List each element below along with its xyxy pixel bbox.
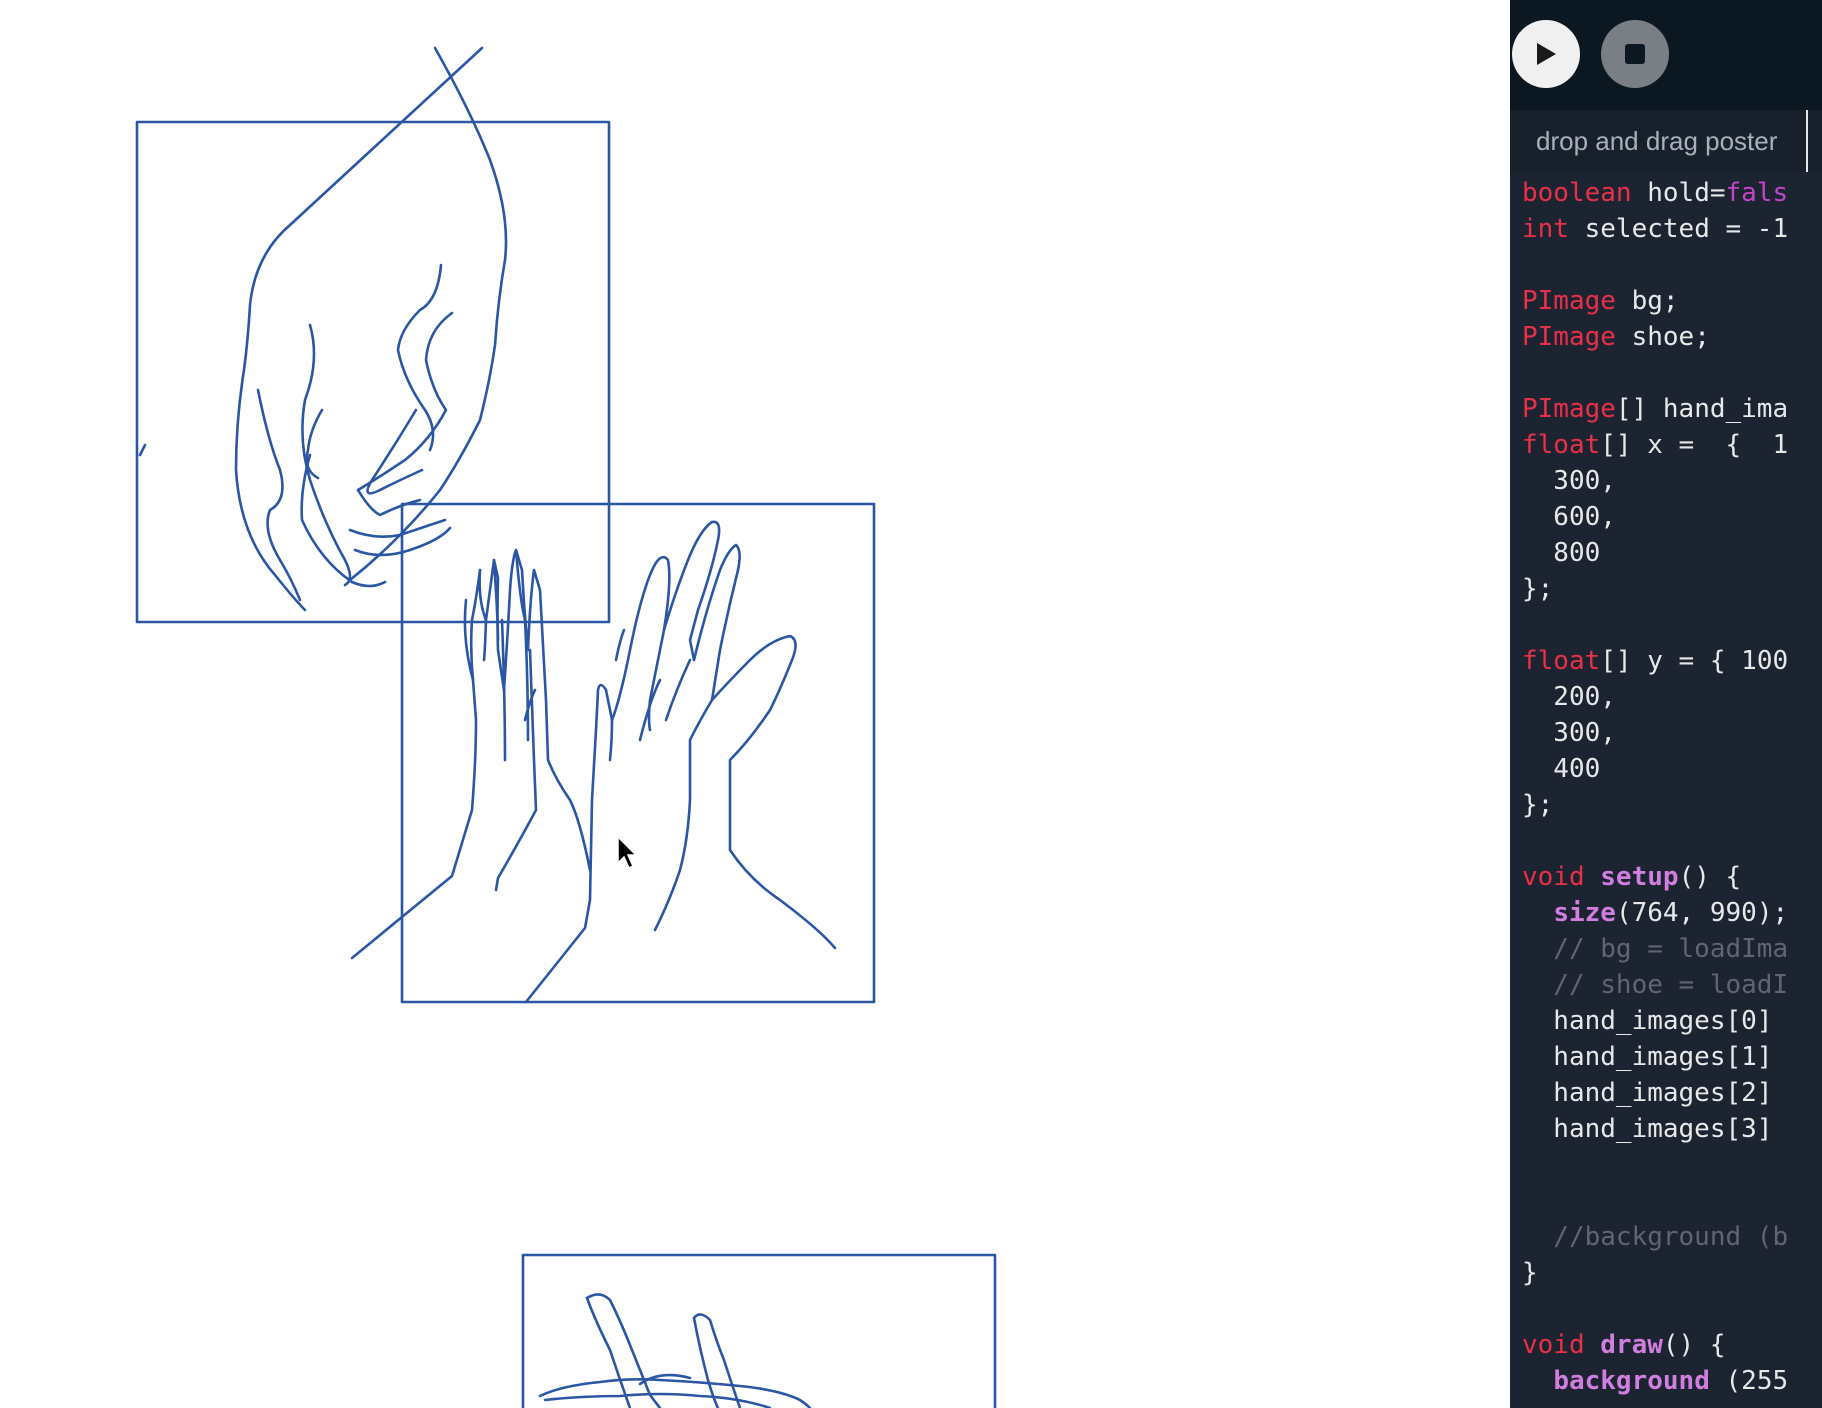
- code-line: hand_images[2]: [1522, 1075, 1822, 1111]
- code-token: selected = -1: [1568, 214, 1789, 244]
- code-line: hand_images[3]: [1522, 1111, 1822, 1147]
- hand-image-1[interactable]: [135, 46, 611, 624]
- code-token: boolean: [1522, 178, 1632, 208]
- code-line: // shoe = loadI: [1522, 967, 1822, 1003]
- code-token: 300,: [1522, 718, 1616, 748]
- hand-image-2[interactable]: [350, 502, 876, 1004]
- code-line: size(764, 990);: [1522, 895, 1822, 931]
- code-token: PImage: [1522, 394, 1616, 424]
- code-line: boolean hold=fals: [1522, 175, 1822, 211]
- code-line: hand_images[1]: [1522, 1039, 1822, 1075]
- code-token: setup: [1600, 862, 1679, 892]
- code-token: void: [1522, 1330, 1585, 1360]
- code-token: hold=: [1631, 178, 1726, 208]
- code-token: draw: [1600, 1330, 1663, 1360]
- mouse-pointer-icon: [617, 836, 638, 870]
- code-line: void setup() {: [1522, 859, 1822, 895]
- code-token: void: [1522, 862, 1585, 892]
- code-token: background: [1553, 1366, 1710, 1396]
- code-token: [] y = { 100: [1600, 646, 1789, 676]
- code-line: 600,: [1522, 499, 1822, 535]
- code-token: }: [1522, 1258, 1538, 1288]
- code-token: () {: [1678, 862, 1742, 892]
- tab-sketch[interactable]: drop and drag poster: [1510, 110, 1808, 172]
- code-token: [] hand_ima: [1615, 394, 1789, 424]
- code-token: hand_images[0]: [1522, 1006, 1773, 1036]
- code-token: 600,: [1522, 502, 1616, 532]
- code-line: 800: [1522, 535, 1822, 571]
- code-token: //background (b: [1522, 1222, 1789, 1252]
- code-token: int: [1522, 214, 1569, 244]
- code-line: 400: [1522, 751, 1822, 787]
- run-button[interactable]: [1512, 20, 1580, 88]
- code-line: background (255: [1522, 1363, 1822, 1399]
- code-token: (764, 990);: [1615, 898, 1789, 928]
- code-token: hand_images[1]: [1522, 1042, 1773, 1072]
- code-line: float[] y = { 100: [1522, 643, 1822, 679]
- code-token: [] x = { 1: [1600, 430, 1789, 460]
- code-line: 300,: [1522, 463, 1822, 499]
- stop-button[interactable]: [1601, 20, 1669, 88]
- sketch-canvas[interactable]: [0, 0, 1510, 1408]
- code-line: }: [1522, 1255, 1822, 1291]
- code-token: };: [1522, 574, 1554, 604]
- code-token: };: [1522, 790, 1554, 820]
- code-token: 200,: [1522, 682, 1616, 712]
- code-token: 300,: [1522, 466, 1616, 496]
- code-area[interactable]: boolean hold=fals int selected = -1 PImag…: [1522, 175, 1822, 1408]
- code-line: void draw() {: [1522, 1327, 1822, 1363]
- hand-drawings: [135, 46, 997, 1408]
- code-line: PImage bg;: [1522, 283, 1822, 319]
- code-line: PImage shoe;: [1522, 319, 1822, 355]
- hand-image-3[interactable]: [521, 1253, 997, 1408]
- code-line: //background (b: [1522, 1219, 1822, 1255]
- code-token: PImage: [1522, 286, 1616, 316]
- code-line: hand_images[0]: [1522, 1003, 1822, 1039]
- code-line: int selected = -1: [1522, 211, 1822, 247]
- tab-bar: drop and drag poster: [1510, 110, 1822, 172]
- play-icon: [1537, 43, 1556, 65]
- code-token: 400: [1522, 754, 1601, 784]
- code-line: };: [1522, 571, 1822, 607]
- code-line: };: [1522, 787, 1822, 823]
- code-line: float[] x = { 1: [1522, 427, 1822, 463]
- code-token: float: [1522, 646, 1601, 676]
- code-token: () {: [1662, 1330, 1726, 1360]
- code-token: (255: [1709, 1366, 1789, 1396]
- code-editor-panel: drop and drag poster boolean hold=fals in…: [1510, 0, 1822, 1408]
- code-token: fals: [1725, 178, 1789, 208]
- code-line: PImage[] hand_ima: [1522, 391, 1822, 427]
- code-token: // bg = loadIma: [1522, 934, 1789, 964]
- code-line: // bg = loadIma: [1522, 931, 1822, 967]
- code-token: PImage: [1522, 322, 1616, 352]
- code-token: float: [1522, 430, 1601, 460]
- code-token: hand_images[2]: [1522, 1078, 1773, 1108]
- code-line: 200,: [1522, 679, 1822, 715]
- code-token: shoe;: [1615, 322, 1710, 352]
- code-token: bg;: [1615, 286, 1679, 316]
- code-token: // shoe = loadI: [1522, 970, 1789, 1000]
- code-line: 300,: [1522, 715, 1822, 751]
- code-token: 800: [1522, 538, 1601, 568]
- code-token: hand_images[3]: [1522, 1114, 1773, 1144]
- editor-toolbar: [1510, 0, 1822, 110]
- stop-icon: [1625, 44, 1645, 64]
- code-token: size: [1553, 898, 1616, 928]
